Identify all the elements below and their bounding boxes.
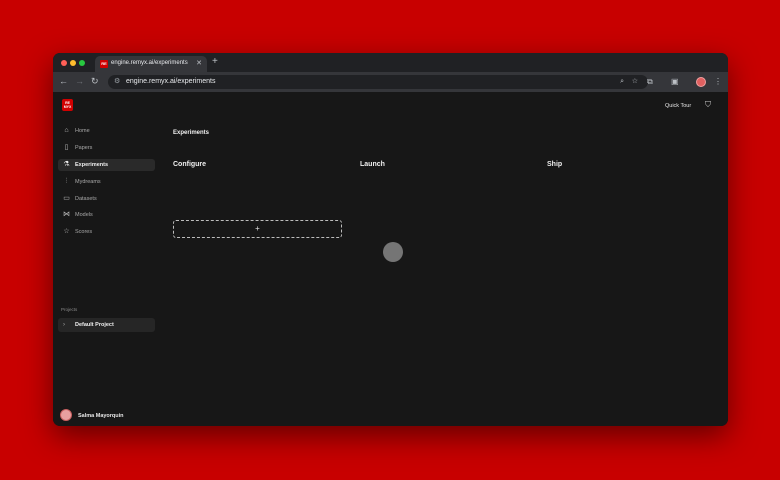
tab-strip: RE engine.remyx.ai/experiments ✕ + [53,53,728,72]
new-tab-button[interactable]: + [212,56,218,68]
cursor-indicator [383,242,403,262]
page-title: Experiments [173,130,210,136]
sliders-icon: ⫶ [65,178,68,185]
zoom-icon[interactable]: ⌕ [620,77,624,87]
sidebar-item-label: Papers [75,145,93,151]
close-icon[interactable]: ✕ [196,59,202,68]
sidebar-item-models[interactable]: ⋈ Models [58,209,155,221]
browser-tab[interactable]: RE engine.remyx.ai/experiments ✕ [95,56,207,72]
project-label: Default Project [75,322,114,328]
sidebar-item-papers[interactable]: ▯ Papers [58,142,155,154]
sidebar-item-mydreams[interactable]: ⫶ Mydreams [58,176,155,188]
network-icon: ⋈ [63,211,70,218]
column-configure: Configure [173,161,207,168]
side-panel-icon[interactable]: ▣ [671,76,679,87]
extensions-icon[interactable]: ⧉ [647,76,653,87]
reload-icon[interactable]: ↻ [91,76,99,87]
quick-tour-button[interactable]: Quick Tour [665,103,691,109]
menu-icon[interactable]: ⋮ [714,76,722,87]
back-icon[interactable]: ← [59,76,68,87]
sidebar-item-label: Home [75,128,90,134]
sidebar-item-label: Scores [75,229,93,235]
shirt-icon[interactable]: ⛉ [705,100,711,110]
minimize-window-button[interactable] [70,60,76,66]
profile-avatar[interactable] [696,77,706,87]
project-item-default[interactable]: › Default Project [58,318,155,332]
projects-heading: Projects [61,307,78,312]
user-name[interactable]: Salma Mayorquin [78,413,124,419]
bookmark-star-icon[interactable]: ☆ [632,77,638,87]
address-bar[interactable]: ⚙ engine.remyx.ai/experiments ⌕ ☆ [108,75,648,89]
browser-window: RE engine.remyx.ai/experiments ✕ + ← → ↻… [53,53,728,426]
forward-icon[interactable]: → [75,76,84,87]
site-info-icon[interactable]: ⚙ [114,77,120,87]
sidebar-item-datasets[interactable]: ▭ Datasets [58,193,155,205]
sidebar-item-label: Datasets [75,196,97,202]
file-icon: ▭ [63,195,70,202]
url-text: engine.remyx.ai/experiments [126,78,216,85]
sidebar-item-home[interactable]: ⌂ Home [58,125,155,137]
sidebar-item-scores[interactable]: ☆ Scores [58,226,155,238]
maximize-window-button[interactable] [79,60,85,66]
user-avatar[interactable] [60,409,72,421]
plus-icon: + [255,224,260,233]
column-ship: Ship [547,161,563,168]
sidebar-item-label: Mydreams [75,179,101,185]
sidebar-item-label: Models [75,212,93,218]
sidebar-item-experiments[interactable]: ⚗ Experiments [58,159,155,171]
add-experiment-button[interactable]: + [173,220,342,238]
home-icon: ⌂ [64,127,69,134]
app-content: RE MYX Quick Tour ⛉ ⌂ Home ▯ Papers ⚗ Experime… [53,92,728,426]
browser-toolbar: ← → ↻ ⚙ engine.remyx.ai/experiments ⌕ ☆ … [53,72,728,92]
star-icon: ☆ [63,228,70,235]
remyx-logo[interactable]: RE MYX [62,99,73,111]
favicon-icon: RE [100,60,108,68]
close-window-button[interactable] [61,60,67,66]
chevron-right-icon: › [63,322,65,328]
sidebar-item-label: Experiments [75,162,109,168]
tab-title: engine.remyx.ai/experiments [111,60,188,66]
flask-icon: ⚗ [63,161,70,168]
book-icon: ▯ [64,144,69,151]
column-launch: Launch [360,161,385,168]
